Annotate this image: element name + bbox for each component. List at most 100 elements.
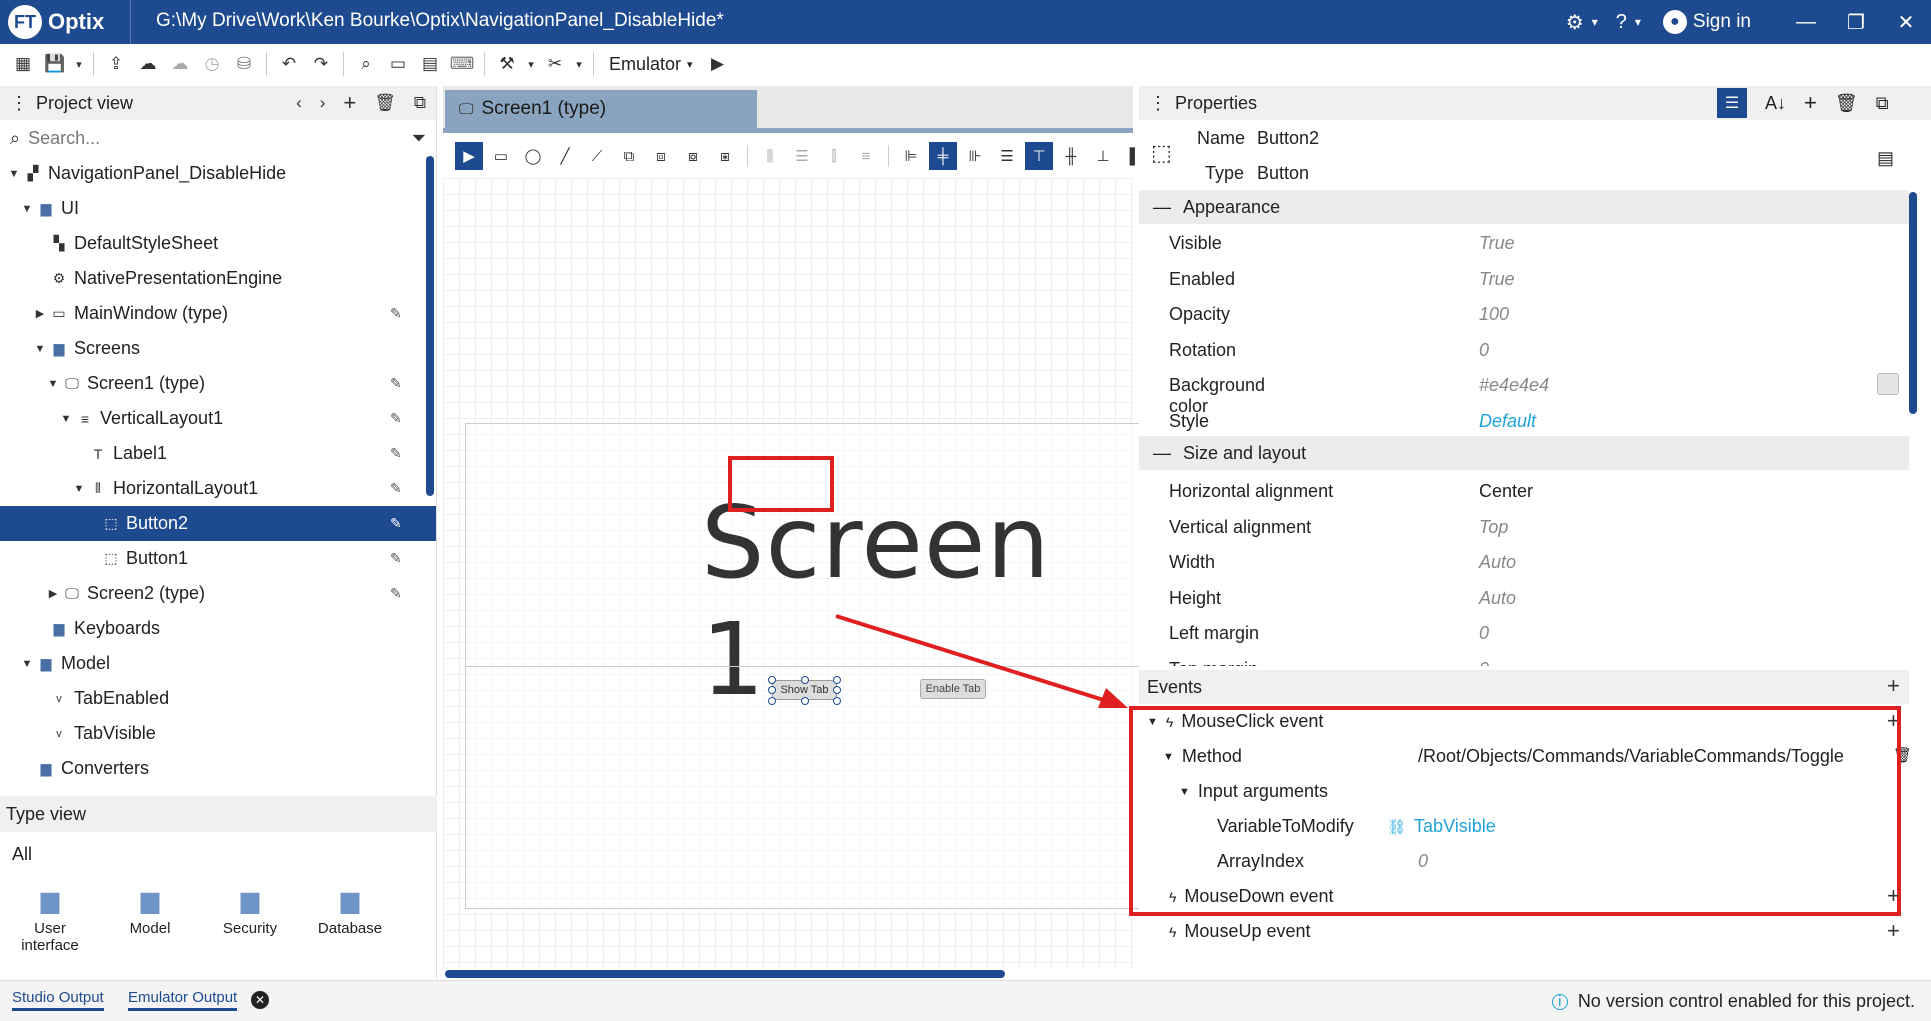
group-icon[interactable]: ⧇ <box>679 142 707 170</box>
chevron-down-icon[interactable]: ▾ <box>72 49 86 79</box>
property-value[interactable]: Auto <box>1479 552 1516 573</box>
tree-item[interactable]: v TabEnabled <box>0 681 436 716</box>
tab-emulator-output[interactable]: Emulator Output <box>128 989 238 1011</box>
send-back-icon[interactable]: ⧈ <box>647 142 675 170</box>
property-value[interactable]: 0 <box>1479 623 1489 644</box>
tree-item[interactable]: ▼ ≡ VerticalLayout1 ✎ <box>0 401 436 436</box>
edit-icon[interactable]: ✎ <box>390 410 402 427</box>
tree-item[interactable]: ▚ DefaultStyleSheet <box>0 226 436 261</box>
tools-icon[interactable]: ✂ <box>540 49 570 79</box>
tree-item[interactable]: ▼ ⫴ HorizontalLayout1 ✎ <box>0 471 436 506</box>
drag-handle-icon[interactable]: ⋮ <box>10 93 28 114</box>
edit-icon[interactable]: ✎ <box>390 480 402 497</box>
tree-item[interactable]: ▼ 🖵 Screen1 (type) ✎ <box>0 366 436 401</box>
align-middle-icon[interactable]: ╫ <box>1057 142 1085 170</box>
resize-handle[interactable] <box>768 686 776 694</box>
history-icon[interactable]: ◷ <box>197 49 227 79</box>
chevron-down-icon[interactable]: ▼ <box>6 168 22 180</box>
upload-icon[interactable]: ☁ <box>133 49 163 79</box>
tree-item[interactable]: ▼ ▆ Screens <box>0 331 436 366</box>
polyline-tool-icon[interactable]: ⟋ <box>583 142 611 170</box>
pop-out-icon[interactable]: ⧉ <box>414 93 426 113</box>
library-icon[interactable]: ▤ <box>415 49 445 79</box>
mouseup-event[interactable]: ϟ MouseUp event <box>1169 921 1311 942</box>
chevron-down-icon[interactable]: ▼ <box>19 203 35 215</box>
ellipse-tool-icon[interactable]: ◯ <box>519 142 547 170</box>
keyboard-icon[interactable]: ⌨ <box>447 49 477 79</box>
undo-icon[interactable]: ↶ <box>274 49 304 79</box>
resize-handle[interactable] <box>801 676 809 684</box>
tree-item[interactable]: ⬚ Button1 ✎ <box>0 541 436 576</box>
edit-icon[interactable]: ✎ <box>390 305 402 322</box>
select-tool-icon[interactable]: ▶ <box>455 142 483 170</box>
tree-item[interactable]: ▼ ▞ NavigationPanel_DisableHide <box>0 156 436 191</box>
align-stretch-icon[interactable]: ☰ <box>993 142 1021 170</box>
space-v-icon[interactable]: ≡ <box>852 142 880 170</box>
tree-item[interactable]: ▆ Keyboards <box>0 611 436 646</box>
project-search[interactable]: ⌕ Search... ⏷ <box>0 120 436 156</box>
canvas-scrollbar[interactable] <box>445 970 1005 978</box>
type-view-item[interactable]: ▆ User interface <box>0 886 100 954</box>
align-left-icon[interactable]: ⊫ <box>897 142 925 170</box>
chevron-right-icon[interactable]: ▶ <box>32 307 48 320</box>
add-icon[interactable]: + <box>1887 883 1900 909</box>
property-value[interactable]: Top <box>1479 517 1508 538</box>
design-canvas[interactable]: Screen 1 Show Tab Enable Tab <box>443 178 1146 968</box>
play-icon[interactable]: ▶ <box>703 49 733 79</box>
tab-screen1[interactable]: 🖵 Screen1 (type) <box>445 90 757 128</box>
property-value[interactable]: 0 <box>1479 659 1489 667</box>
save-icon[interactable]: 💾 <box>40 49 70 79</box>
type-view-item[interactable]: ▆ Database <box>300 886 400 954</box>
tree-item[interactable]: ▶ ▭ MainWindow (type) ✎ <box>0 296 436 331</box>
resize-handle[interactable] <box>801 697 809 705</box>
edit-icon[interactable]: ✎ <box>390 445 402 462</box>
distribute-v-icon[interactable]: ☰ <box>788 142 816 170</box>
tree-item[interactable]: T Label1 ✎ <box>0 436 436 471</box>
resize-handle[interactable] <box>833 697 841 705</box>
tree-item[interactable]: ▆ Converters <box>0 751 436 786</box>
help-icon[interactable]: ? <box>1616 11 1627 34</box>
filter-icon[interactable]: ⏷ <box>412 128 426 149</box>
add-icon[interactable]: + <box>1887 918 1900 944</box>
emulator-dropdown[interactable]: Emulator ▾ <box>601 54 701 75</box>
restore-button[interactable]: ❐ <box>1831 10 1881 35</box>
chevron-down-icon[interactable]: ▼ <box>58 413 74 425</box>
chevron-right-icon[interactable]: › <box>320 93 326 113</box>
resize-handle[interactable] <box>768 697 776 705</box>
search-icon[interactable]: ⌕ <box>351 49 381 79</box>
close-button[interactable]: ✕ <box>1881 10 1931 35</box>
distribute-h-icon[interactable]: ⫼ <box>756 142 784 170</box>
tree-item[interactable]: ⚙ NativePresentationEngine <box>0 261 436 296</box>
chevron-down-icon[interactable]: ▼ <box>45 378 61 390</box>
enable-tab-button[interactable]: Enable Tab <box>920 679 986 699</box>
sign-in-button[interactable]: ● Sign in <box>1662 10 1751 34</box>
redo-icon[interactable]: ↷ <box>306 49 336 79</box>
chevron-down-icon[interactable]: ▼ <box>71 483 87 495</box>
property-value[interactable]: Center <box>1479 481 1533 502</box>
align-right-icon[interactable]: ⊪ <box>961 142 989 170</box>
type-view-item[interactable]: ▆ Security <box>200 886 300 954</box>
chevron-down-icon[interactable]: ▾ <box>524 49 538 79</box>
edit-icon[interactable]: ✎ <box>390 585 402 602</box>
align-center-icon[interactable]: ╪ <box>929 142 957 170</box>
space-h-icon[interactable]: ⫿ <box>820 142 848 170</box>
edit-icon[interactable]: ✎ <box>390 550 402 567</box>
chevron-down-icon[interactable]: ▾ <box>1635 15 1641 29</box>
line-tool-icon[interactable]: ╱ <box>551 142 579 170</box>
deploy-icon[interactable]: ⇪ <box>101 49 131 79</box>
edit-icon[interactable]: ✎ <box>390 375 402 392</box>
mousedown-event[interactable]: ϟ MouseDown event <box>1169 886 1334 907</box>
tree-item[interactable]: ▼ ▆ UI <box>0 191 436 226</box>
chevron-down-icon[interactable]: ▾ <box>572 49 586 79</box>
align-bottom-icon[interactable]: ⊥ <box>1089 142 1117 170</box>
tree-item[interactable]: ▼ ▆ Model <box>0 646 436 681</box>
resize-handle[interactable] <box>833 676 841 684</box>
search-input[interactable]: Search... <box>28 128 100 149</box>
settings-gear-icon[interactable]: ⚙ <box>1566 10 1584 35</box>
type-view-item[interactable]: ▆ Model <box>100 886 200 954</box>
cloud-icon[interactable]: ☁ <box>165 49 195 79</box>
align-top-icon[interactable]: ⊤ <box>1025 142 1053 170</box>
folder-icon[interactable]: ▭ <box>383 49 413 79</box>
ungroup-icon[interactable]: ⧆ <box>711 142 739 170</box>
database-icon[interactable]: ⛁ <box>229 49 259 79</box>
